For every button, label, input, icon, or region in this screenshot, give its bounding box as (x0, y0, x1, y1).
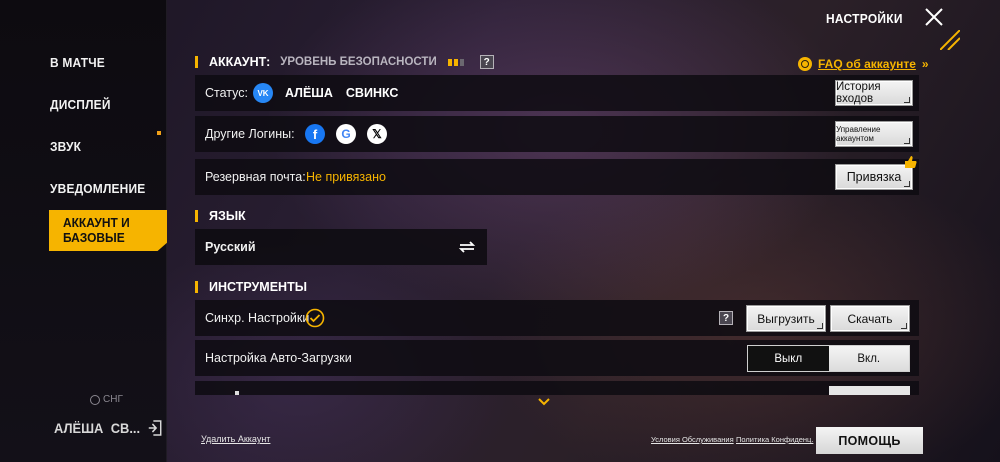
double-chevron-icon: » (921, 57, 929, 71)
page-title: НАСТРОЙКИ (826, 11, 903, 26)
google-icon[interactable]: G (336, 124, 356, 144)
sidebar-item-display[interactable]: ДИСПЛЕЙ (50, 97, 158, 112)
security-help-icon[interactable]: ? (479, 55, 494, 69)
partial-text (235, 391, 239, 395)
x-icon[interactable]: 𝕏 (367, 124, 387, 144)
account-section-title: АККАУНТ: УРОВЕНЬ БЕЗОПАСНОСТИ ? (195, 55, 494, 69)
notification-dot (157, 131, 161, 135)
corner-decoration-icon (940, 30, 960, 50)
sync-label: Синхр. Настройки (205, 311, 310, 325)
chevron-down-icon[interactable] (537, 397, 551, 407)
thumbs-up-icon (905, 156, 917, 168)
sidebar-item-in-match[interactable]: В МАТЧЕ (50, 55, 158, 70)
status-label: Статус: (205, 86, 248, 100)
delete-account-link[interactable]: Удалить Аккаунт (201, 434, 270, 444)
region-label: СНГ (103, 394, 123, 405)
sync-settings-row: Синхр. Настройки ? Выгрузить Скачать (195, 300, 919, 336)
sidebar-item-notifications[interactable]: УВЕДОМЛЕНИЕ (50, 181, 158, 196)
privacy-link[interactable]: Политика Конфиденц. (736, 435, 813, 444)
partial-row (195, 381, 919, 395)
toggle-off-option[interactable]: Выкл (748, 346, 829, 371)
other-logins-label: Другие Логины: (205, 127, 295, 141)
upload-button[interactable]: Выгрузить (746, 305, 826, 332)
status-first: АЛЁША (285, 86, 333, 100)
faq-link[interactable]: FAQ об аккаунте » (798, 57, 929, 71)
backup-email-value: Не привязано (306, 170, 386, 184)
help-button[interactable]: ПОМОЩЬ (816, 427, 923, 454)
faq-text: FAQ об аккаунте (818, 57, 916, 71)
other-logins-row: Другие Логины: f G 𝕏 Управление аккаунто… (195, 116, 919, 152)
user-name: АЛЁША (54, 420, 104, 436)
swap-icon (458, 241, 476, 253)
vk-icon: VK (253, 83, 273, 103)
globe-icon (798, 57, 812, 71)
language-title: ЯЗЫК (209, 209, 246, 223)
region-indicator: СНГ (90, 394, 123, 405)
backup-email-label: Резервная почта: (205, 170, 306, 184)
partial-button[interactable] (829, 386, 910, 395)
sidebar-item-sound[interactable]: ЗВУК (50, 139, 158, 154)
status-row: Статус: VK АЛЁША СВИНКС История входов (195, 75, 919, 111)
status-names: АЛЁША СВИНКС (285, 86, 398, 100)
terms-link[interactable]: Условия Обслуживания (651, 435, 734, 444)
language-value: Русский (205, 240, 256, 254)
check-circle-icon (305, 308, 325, 328)
autoload-label: Настройка Авто-Загрузки (205, 351, 352, 365)
backup-email-row: Резервная почта: Не привязано Привязка (195, 159, 919, 195)
manage-account-button[interactable]: Управление аккаунтом (835, 121, 913, 147)
login-history-button[interactable]: История входов (835, 80, 913, 106)
language-selector[interactable]: Русский (195, 229, 487, 265)
account-title: АККАУНТ: (209, 55, 271, 69)
language-section-title: ЯЗЫК (195, 209, 246, 223)
tools-section-title: ИНСТРУМЕНТЫ (195, 280, 307, 294)
close-icon (925, 8, 943, 26)
logout-icon[interactable] (147, 420, 162, 436)
user-info: АЛЁША СВ... (54, 420, 162, 436)
sidebar-item-account[interactable]: АККАУНТ И БАЗОВЫЕ (49, 210, 167, 251)
sidebar: В МАТЧЕ ДИСПЛЕЙ ЗВУК УВЕДОМЛЕНИЕ АККАУНТ… (0, 0, 167, 462)
close-button[interactable] (919, 2, 949, 32)
status-second: СВИНКС (345, 86, 399, 100)
sidebar-item-account-label: АККАУНТ И БАЗОВЫЕ (63, 215, 130, 245)
bind-button[interactable]: Привязка (835, 164, 913, 190)
toggle-on-option[interactable]: Вкл. (828, 346, 909, 371)
download-button[interactable]: Скачать (830, 305, 910, 332)
security-level-meter (447, 58, 464, 66)
tools-title: ИНСТРУМЕНТЫ (209, 280, 307, 294)
globe-icon (90, 394, 100, 405)
sync-help-icon[interactable]: ? (719, 311, 733, 325)
facebook-icon[interactable]: f (305, 124, 325, 144)
security-label: УРОВЕНЬ БЕЗОПАСНОСТИ (280, 56, 437, 68)
user-short: СВ... (110, 420, 141, 436)
autoload-toggle[interactable]: Выкл Вкл. (747, 345, 910, 372)
